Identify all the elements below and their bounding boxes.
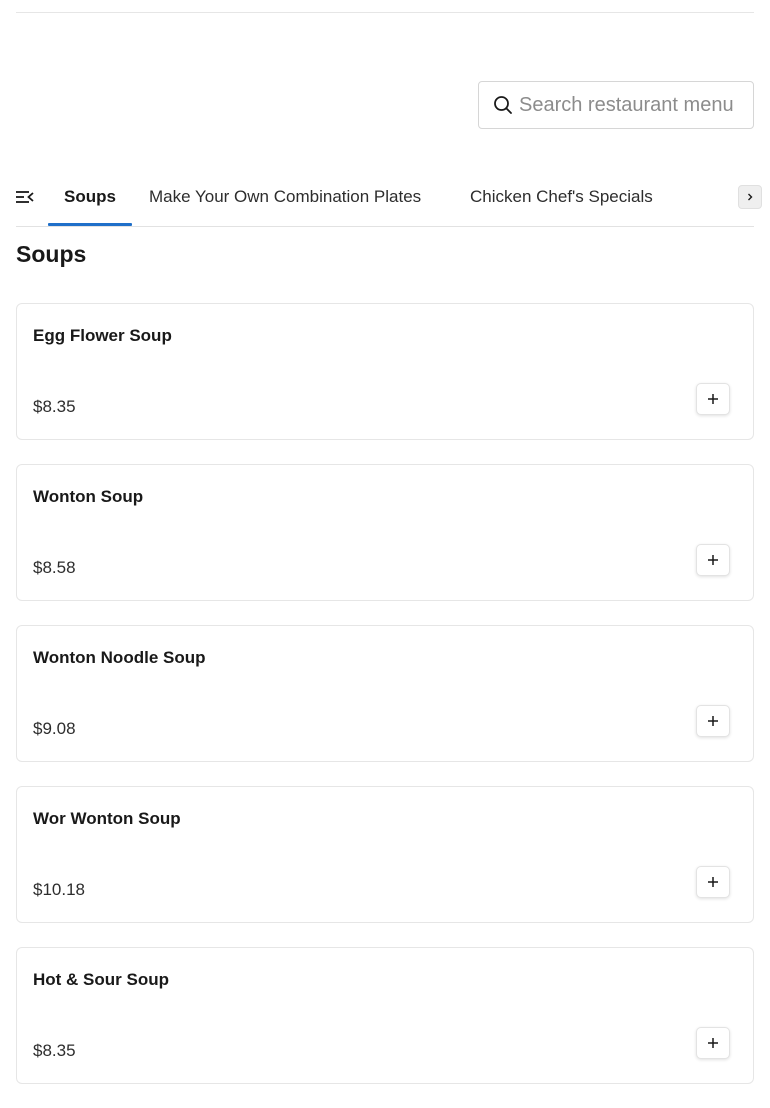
menu-item-list: Egg Flower Soup $8.35 Wonton Soup $8.58 …: [16, 303, 754, 1108]
add-item-button[interactable]: [696, 705, 730, 737]
menu-item-card[interactable]: Hot & Sour Soup $8.35: [16, 947, 754, 1084]
menu-item-price: $9.08: [33, 719, 76, 738]
header-divider: [16, 12, 754, 13]
menu-item-card[interactable]: Wor Wonton Soup $10.18: [16, 786, 754, 923]
menu-item-name: Wonton Soup: [33, 487, 144, 506]
search-icon: [494, 96, 512, 114]
menu-item-price: $8.35: [33, 397, 76, 416]
menu-item-name: Wonton Noodle Soup: [33, 648, 206, 667]
tab-soups[interactable]: Soups: [48, 168, 132, 226]
add-item-button[interactable]: [696, 383, 730, 415]
menu-item-price: $8.58: [33, 558, 76, 577]
search-box[interactable]: [478, 81, 754, 129]
add-item-button[interactable]: [696, 544, 730, 576]
menu-item-card[interactable]: Wonton Soup $8.58: [16, 464, 754, 601]
tabs-scroll-right-button[interactable]: [738, 185, 762, 209]
menu-item-price: $8.35: [33, 1041, 76, 1060]
plus-icon: [708, 1038, 718, 1048]
section-title: Soups: [16, 241, 87, 267]
chevron-right-icon: [748, 193, 753, 201]
add-item-button[interactable]: [696, 1027, 730, 1059]
plus-icon: [708, 716, 718, 726]
plus-icon: [708, 394, 718, 404]
tab-chicken-chefs-specials[interactable]: Chicken Chef's Specials: [470, 168, 653, 226]
add-item-button[interactable]: [696, 866, 730, 898]
search-input[interactable]: [519, 93, 753, 117]
menu-item-name: Egg Flower Soup: [33, 326, 172, 345]
category-tabs: Soups Make Your Own Combination Plates C…: [16, 168, 762, 227]
menu-item-card[interactable]: Egg Flower Soup $8.35: [16, 303, 754, 440]
plus-icon: [708, 555, 718, 565]
menu-item-card[interactable]: Wonton Noodle Soup $9.08: [16, 625, 754, 762]
menu-list-icon[interactable]: [16, 189, 34, 205]
menu-item-name: Hot & Sour Soup: [33, 970, 169, 989]
menu-item-price: $10.18: [33, 880, 85, 899]
tab-make-your-own-combination-plates[interactable]: Make Your Own Combination Plates: [149, 168, 421, 226]
plus-icon: [708, 877, 718, 887]
menu-item-name: Wor Wonton Soup: [33, 809, 181, 828]
